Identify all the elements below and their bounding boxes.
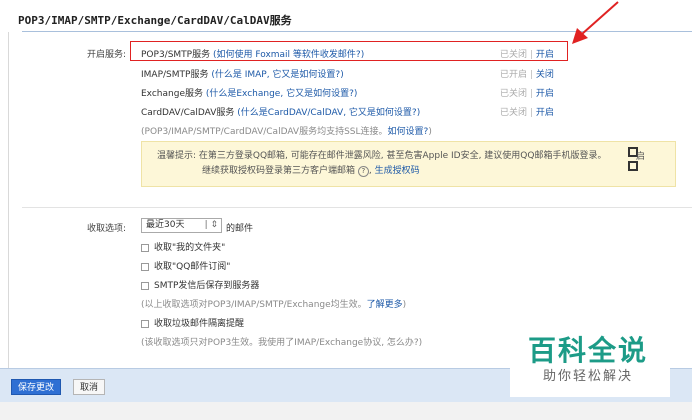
generate-auth-code-link[interactable]: 生成授权码 [375, 166, 420, 176]
status-text: 已关闭 [500, 50, 528, 60]
tip-trailing-text: 启 [636, 152, 646, 162]
page-bottom [0, 402, 692, 420]
service-name: CardDAV/CalDAV服务 [141, 108, 235, 118]
service-row-exchange: Exchange服务 (什么是Exchange, 它又是如何设置?) [141, 86, 357, 99]
option-qq-subscription[interactable]: 收取"QQ邮件订阅" [141, 259, 230, 272]
ssl-note-text: (POP3/IMAP/SMTP/CardDAV/CalDAV服务均支持SSL连接… [141, 127, 388, 137]
tip-line-1: 温馨提示: 在第三方登录QQ邮箱, 可能存在邮件泄露风险, 甚至危害Apple … [157, 151, 607, 161]
service-row-imap: IMAP/SMTP服务 (什么是 IMAP, 它又是如何设置?) [141, 67, 344, 80]
option-junk-reminder[interactable]: 收取垃圾邮件隔离提醒 [141, 316, 244, 329]
checkbox[interactable] [141, 262, 149, 271]
receive-note-2: (该收取选项只对POP3生效。我使用了IMAP/Exchange协议, 怎么办?… [141, 335, 422, 348]
service-status-pop3: 已关闭 | 开启 [500, 47, 554, 60]
ssl-howto-link[interactable]: 如何设置? [388, 127, 429, 137]
status-separator: | [529, 70, 533, 80]
service-status-exchange: 已关闭 | 开启 [500, 86, 554, 99]
option-label: 收取"我的文件夹" [154, 243, 226, 253]
status-separator: | [529, 89, 533, 99]
checkbox[interactable] [141, 243, 149, 252]
service-status-imap: 已开启 | 关闭 [500, 67, 554, 80]
services-label: 开启服务: [86, 50, 126, 60]
annotation-arrow-icon [572, 1, 619, 44]
left-border [8, 32, 9, 370]
note-text: (该收取选项只对POP3生效。我使用了IMAP/Exchange协议, 怎么办?… [141, 338, 423, 348]
watermark-subtitle: 助你轻松解决 [542, 369, 633, 384]
receive-note-1: (以上收取选项对POP3/IMAP/SMTP/Exchange均生效。了解更多) [141, 297, 406, 310]
checkbox[interactable] [141, 319, 149, 328]
status-text: 已关闭 [500, 89, 528, 99]
watermark-title: 百科全说 [527, 334, 648, 367]
note-close: ) [402, 300, 407, 310]
service-status-carddav: 已关闭 | 开启 [500, 105, 554, 118]
option-label: SMTP发信后保存到服务器 [154, 281, 260, 291]
section-title: POP3/IMAP/SMTP/Exchange/CardDAV/CalDAV服务 [18, 14, 292, 27]
save-changes-button[interactable]: 保存更改 [11, 379, 62, 395]
status-text: 已关闭 [500, 108, 528, 118]
service-help-link[interactable]: (什么是CardDAV/CalDAV, 它又是如何设置?) [237, 108, 420, 118]
option-label: 收取"QQ邮件订阅" [154, 262, 231, 272]
option-my-folders[interactable]: 收取"我的文件夹" [141, 240, 225, 253]
option-save-smtp[interactable]: SMTP发信后保存到服务器 [141, 278, 259, 291]
service-row-carddav: CardDAV/CalDAV服务 (什么是CardDAV/CalDAV, 它又是… [141, 105, 420, 118]
option-label: 收取垃圾邮件隔离提醒 [154, 319, 245, 329]
status-separator: | [529, 50, 533, 60]
service-name: POP3/SMTP服务 [141, 50, 211, 60]
service-row-pop3: POP3/SMTP服务 (如何使用 Foxmail 等软件收发邮件?) [141, 47, 364, 60]
service-help-link[interactable]: (什么是Exchange, 它又是如何设置?) [206, 89, 358, 99]
receive-options-label: 收取选项: [86, 224, 126, 234]
section-divider [22, 207, 692, 208]
chevron-down-icon: | ⇕ [204, 220, 218, 230]
service-name: Exchange服务 [141, 89, 203, 99]
checkbox[interactable] [141, 281, 149, 290]
help-circle-icon[interactable]: ? [357, 166, 369, 177]
enable-exchange-link[interactable]: 开启 [536, 89, 554, 99]
select-suffix: 的邮件 [226, 224, 254, 234]
security-tip: 温馨提示: 在第三方登录QQ邮箱, 可能存在邮件泄露风险, 甚至危害Apple … [157, 149, 627, 179]
status-separator: | [529, 108, 533, 118]
tip-line-2-text: 继续获取授权码登录第三方客户端邮箱 [202, 166, 356, 176]
ssl-note: (POP3/IMAP/SMTP/CardDAV/CalDAV服务均支持SSL连接… [141, 124, 432, 137]
note-text: (以上收取选项对POP3/IMAP/SMTP/Exchange均生效。 [141, 300, 367, 310]
enable-carddav-link[interactable]: 开启 [536, 108, 554, 118]
status-text: 已开启 [500, 70, 528, 80]
service-name: IMAP/SMTP服务 [141, 70, 209, 80]
disable-imap-link[interactable]: 关闭 [536, 70, 554, 80]
select-value: 最近30天 [146, 220, 185, 230]
cancel-button[interactable]: 取消 [73, 379, 106, 395]
service-help-link[interactable]: (如何使用 Foxmail 等软件收发邮件?) [213, 50, 364, 60]
ssl-note-close: ) [428, 127, 432, 137]
enable-pop3-link[interactable]: 开启 [536, 50, 554, 60]
tip-line-2: 继续获取授权码登录第三方客户端邮箱 ?, 生成授权码 [202, 166, 420, 177]
service-help-link[interactable]: (什么是 IMAP, 它又是如何设置?) [211, 70, 343, 80]
learn-more-link[interactable]: 了解更多 [367, 300, 403, 310]
receive-range-select[interactable]: 最近30天 | ⇕ [141, 218, 222, 233]
